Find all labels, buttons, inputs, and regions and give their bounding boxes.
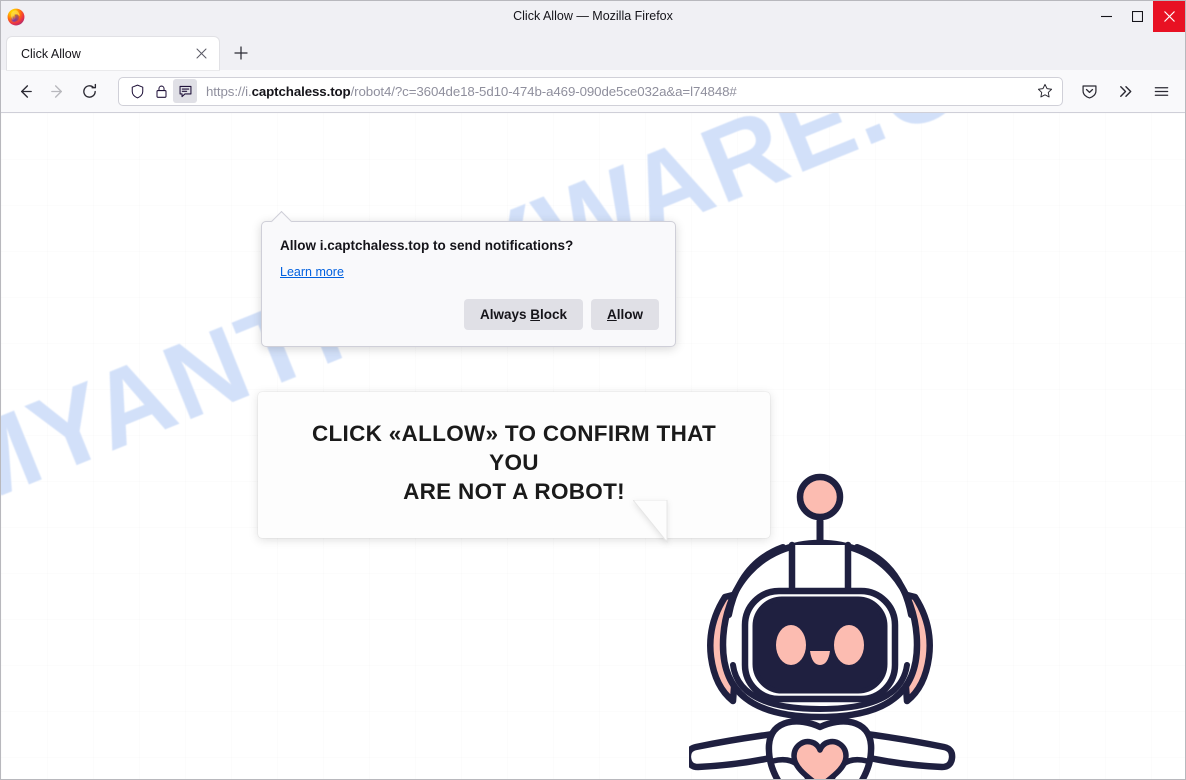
toolbar-right-actions — [1073, 75, 1177, 107]
allow-button[interactable]: Allow — [591, 299, 659, 330]
close-window-button[interactable] — [1153, 1, 1185, 32]
url-host: captchaless.top — [251, 83, 351, 99]
bookmark-star-icon[interactable] — [1032, 78, 1058, 104]
tab-strip: Click Allow — [1, 32, 1185, 70]
url-scheme: https://i. — [206, 83, 252, 99]
bubble-line-1: CLICK «ALLOW» TO CONFIRM THAT YOU — [311, 421, 717, 475]
allow-suffix: llow — [616, 307, 643, 322]
back-button[interactable] — [9, 75, 41, 107]
url-text[interactable]: https://i.captchaless.top/robot4/?c=3604… — [197, 84, 1032, 99]
popup-actions: Always Block Allow — [262, 289, 675, 346]
pocket-save-icon[interactable] — [1073, 75, 1105, 107]
reload-button[interactable] — [73, 75, 105, 107]
browser-window: Click Allow — Mozilla Firefox Click Allo… — [0, 0, 1186, 780]
window-titlebar: Click Allow — Mozilla Firefox — [1, 1, 1185, 32]
always-block-button[interactable]: Always Block — [463, 299, 583, 330]
window-controls — [1091, 1, 1185, 32]
navigation-toolbar: https://i.captchaless.top/robot4/?c=3604… — [1, 70, 1185, 113]
always-block-prefix: Always — [479, 307, 531, 322]
always-block-suffix: lock — [539, 307, 567, 322]
window-title: Click Allow — Mozilla Firefox — [513, 9, 673, 23]
always-block-accesskey: B — [530, 307, 540, 322]
firefox-logo-icon — [7, 8, 25, 26]
maximize-button[interactable] — [1122, 1, 1153, 32]
notification-permission-popup: Allow i.captchaless.top to send notifica… — [261, 221, 676, 347]
popup-body: Allow i.captchaless.top to send notifica… — [262, 222, 675, 289]
shield-icon[interactable] — [125, 79, 149, 103]
popup-title: Allow i.captchaless.top to send notifica… — [280, 238, 574, 253]
forward-button[interactable] — [41, 75, 73, 107]
hamburger-menu-icon[interactable] — [1145, 75, 1177, 107]
lock-icon[interactable] — [149, 79, 173, 103]
address-bar[interactable]: https://i.captchaless.top/robot4/?c=3604… — [118, 76, 1063, 106]
minimize-button[interactable] — [1091, 1, 1122, 32]
url-path: /robot4/?c=3604de18-5d10-474b-a469-090de… — [350, 83, 737, 99]
allow-accesskey: A — [607, 307, 617, 322]
new-tab-button[interactable] — [226, 38, 256, 68]
tab-close-icon[interactable] — [191, 44, 211, 64]
learn-more-link[interactable]: Learn more — [280, 265, 344, 279]
tab-label: Click Allow — [21, 46, 81, 61]
overflow-double-chevron-icon[interactable] — [1109, 75, 1141, 107]
notification-permission-icon[interactable] — [173, 79, 197, 103]
page-content: MYANTISPYWARE.COM CLICK «ALLOW» TO CONFI… — [1, 113, 1185, 779]
robot-illustration — [689, 465, 957, 779]
tab-click-allow[interactable]: Click Allow — [7, 37, 219, 70]
